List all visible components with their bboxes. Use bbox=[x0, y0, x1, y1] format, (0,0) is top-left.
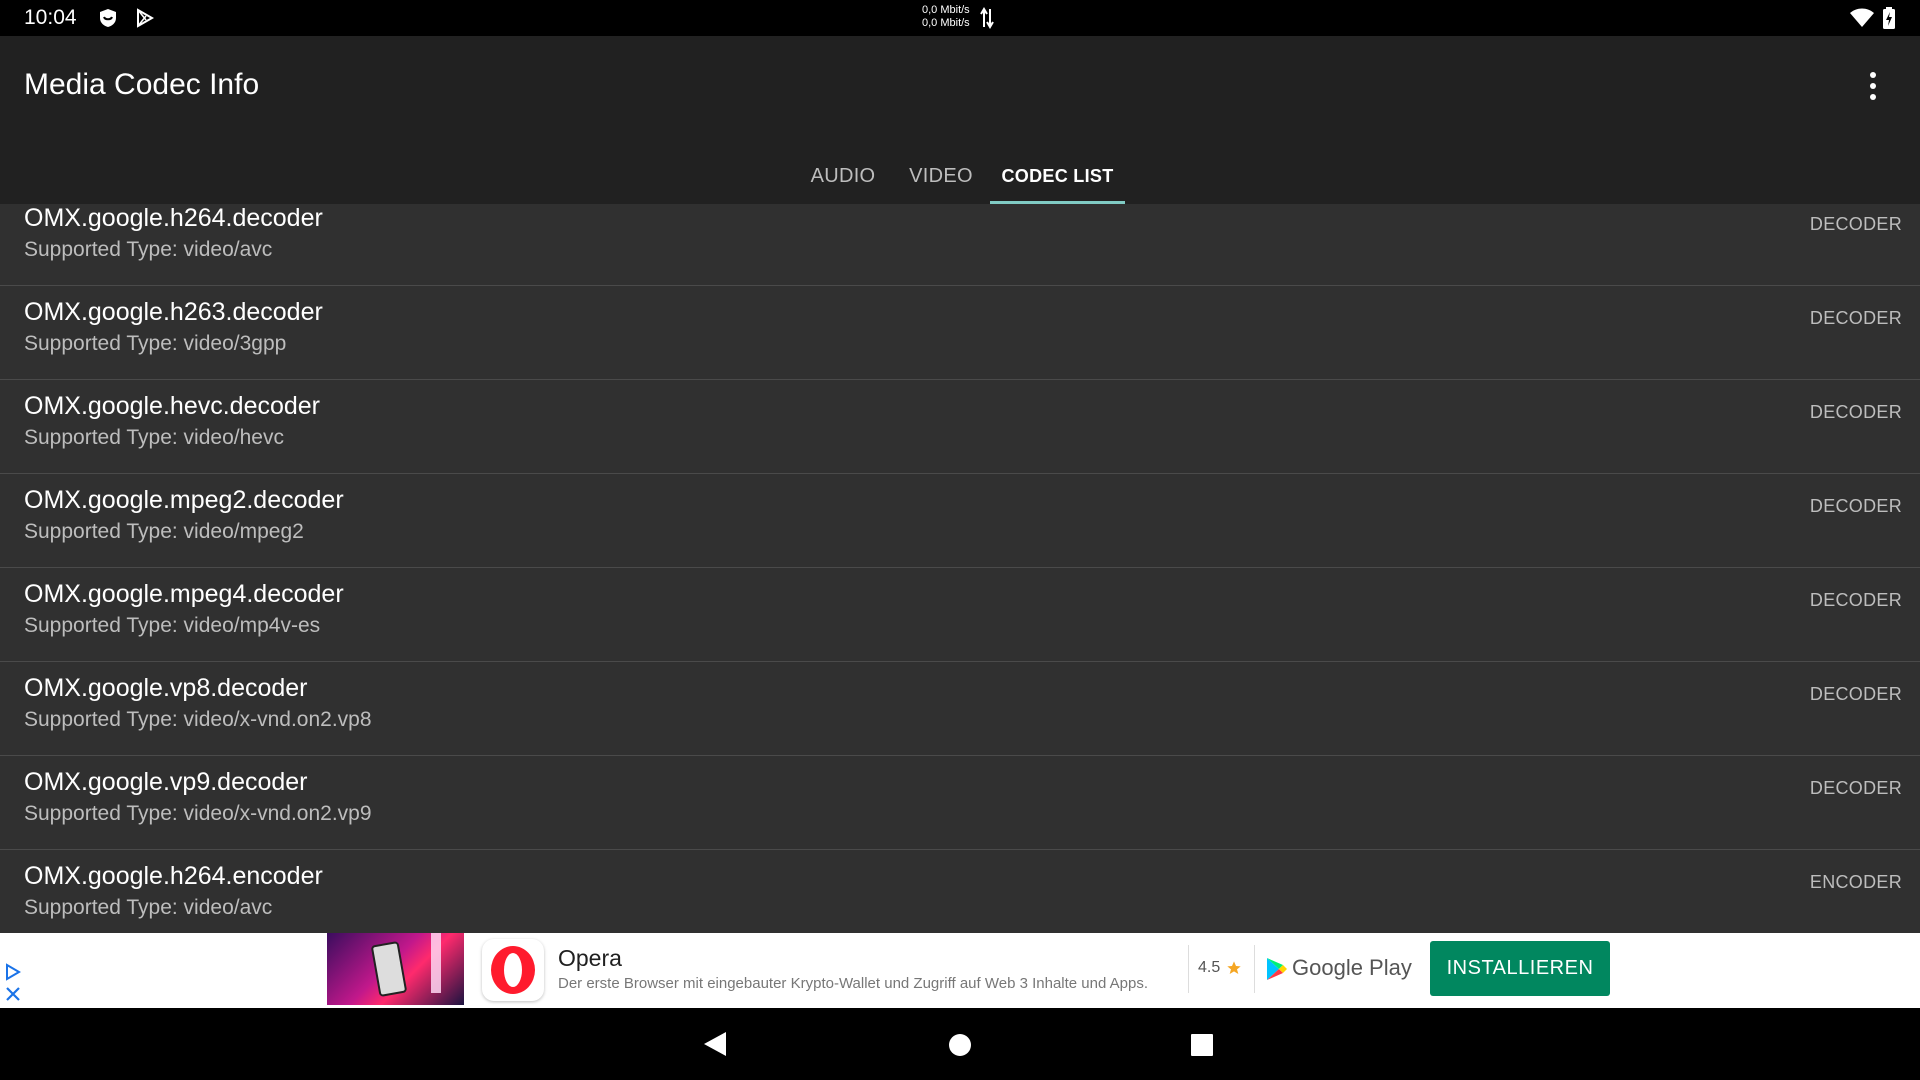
ad-description: Der erste Browser mit eingebauter Krypto… bbox=[558, 975, 1149, 992]
ad-close-icon[interactable] bbox=[4, 985, 22, 1003]
codec-kind: DECODER bbox=[1809, 308, 1902, 328]
codec-row[interactable]: OMX.google.mpeg4.decoder Supported Type:… bbox=[0, 568, 1920, 662]
codec-kind: ENCODER bbox=[1809, 872, 1902, 892]
ad-image[interactable] bbox=[327, 933, 464, 1005]
codec-name: OMX.google.mpeg4.decoder bbox=[24, 580, 344, 608]
codec-name: OMX.google.vp8.decoder bbox=[24, 674, 308, 702]
tab-video-label: VIDEO bbox=[909, 164, 973, 187]
ad-app-name[interactable]: Opera bbox=[558, 945, 622, 972]
codec-name: OMX.google.h264.decoder bbox=[24, 204, 323, 232]
install-button[interactable]: INSTALLIEREN bbox=[1430, 941, 1610, 996]
google-play-label: Google Play bbox=[1292, 955, 1412, 980]
codec-row[interactable]: OMX.google.hevc.decoder Supported Type: … bbox=[0, 380, 1920, 474]
codec-kind: DECODER bbox=[1809, 402, 1902, 422]
data-transfer-icon bbox=[980, 7, 994, 29]
tab-bar: AUDIO VIDEO CODEC LIST bbox=[0, 148, 1920, 204]
codec-row[interactable]: OMX.google.vp8.decoder Supported Type: v… bbox=[0, 662, 1920, 756]
divider bbox=[1254, 945, 1255, 993]
codec-list[interactable]: OMX.google.h264.decoder Supported Type: … bbox=[0, 204, 1920, 933]
codec-name: OMX.google.hevc.decoder bbox=[24, 392, 321, 420]
ad-choices-icon[interactable] bbox=[4, 963, 22, 981]
net-up-text: 0,0 Mbit/s bbox=[922, 4, 970, 16]
tab-audio[interactable]: AUDIO bbox=[798, 148, 888, 204]
status-time: 10:04 bbox=[24, 6, 77, 29]
app-title: Media Codec Info bbox=[24, 68, 260, 101]
net-speed: 0,0 Mbit/s 0,0 Mbit/s bbox=[922, 4, 970, 30]
star-icon bbox=[1227, 961, 1241, 974]
navigation-bar bbox=[0, 1008, 1920, 1080]
tab-codec-list-label: CODEC LIST bbox=[1001, 165, 1114, 186]
codec-type: Supported Type: video/avc bbox=[24, 238, 273, 261]
tab-codec-list[interactable]: CODEC LIST bbox=[990, 148, 1125, 204]
codec-type: Supported Type: video/avc bbox=[24, 896, 273, 919]
tab-audio-label: AUDIO bbox=[810, 164, 876, 187]
codec-row[interactable]: OMX.google.mpeg2.decoder Supported Type:… bbox=[0, 474, 1920, 568]
codec-name: OMX.google.h264.encoder bbox=[24, 862, 323, 890]
codec-type: Supported Type: video/hevc bbox=[24, 426, 284, 449]
app-bar: Media Codec Info AUDIO VIDEO CODEC LIST bbox=[0, 36, 1920, 204]
ad-rating: 4.5 bbox=[1198, 959, 1221, 976]
codec-type: Supported Type: video/x-vnd.on2.vp8 bbox=[24, 708, 372, 731]
google-play-icon bbox=[1267, 958, 1287, 980]
status-bar: 10:04 0,0 Mbit/s 0,0 Mbit/s bbox=[0, 0, 1920, 36]
codec-name: OMX.google.h263.decoder bbox=[24, 298, 323, 326]
codec-kind: DECODER bbox=[1809, 684, 1902, 704]
play-store-icon bbox=[137, 8, 155, 28]
back-icon[interactable] bbox=[702, 1030, 728, 1058]
more-vert-icon bbox=[1870, 72, 1876, 78]
tab-video[interactable]: VIDEO bbox=[896, 148, 986, 204]
divider bbox=[1188, 945, 1189, 993]
install-button-label: INSTALLIEREN bbox=[1446, 957, 1594, 979]
codec-row[interactable]: OMX.google.h264.decoder Supported Type: … bbox=[0, 204, 1920, 286]
wifi-icon bbox=[1850, 8, 1874, 27]
net-down-text: 0,0 Mbit/s bbox=[922, 17, 970, 29]
codec-type: Supported Type: video/mpeg2 bbox=[24, 520, 304, 543]
codec-kind: DECODER bbox=[1809, 590, 1902, 610]
shield-icon bbox=[100, 9, 116, 27]
codec-row[interactable]: OMX.google.h263.decoder Supported Type: … bbox=[0, 286, 1920, 380]
battery-icon bbox=[1883, 7, 1895, 29]
codec-name: OMX.google.mpeg2.decoder bbox=[24, 486, 344, 514]
codec-kind: DECODER bbox=[1809, 214, 1902, 234]
ad-banner[interactable]: Opera Der erste Browser mit eingebauter … bbox=[0, 933, 1920, 1008]
codec-type: Supported Type: video/3gpp bbox=[24, 332, 287, 355]
codec-type: Supported Type: video/x-vnd.on2.vp9 bbox=[24, 802, 372, 825]
recent-apps-icon[interactable] bbox=[1190, 1033, 1214, 1057]
codec-row[interactable]: OMX.google.h264.encoder Supported Type: … bbox=[0, 850, 1920, 933]
codec-name: OMX.google.vp9.decoder bbox=[24, 768, 308, 796]
opera-logo-icon[interactable] bbox=[482, 939, 544, 1001]
codec-kind: DECODER bbox=[1809, 778, 1902, 798]
home-icon[interactable] bbox=[947, 1032, 973, 1058]
codec-type: Supported Type: video/mp4v-es bbox=[24, 614, 321, 637]
codec-kind: DECODER bbox=[1809, 496, 1902, 516]
overflow-menu-button[interactable] bbox=[1858, 68, 1888, 104]
codec-row[interactable]: OMX.google.vp9.decoder Supported Type: v… bbox=[0, 756, 1920, 850]
